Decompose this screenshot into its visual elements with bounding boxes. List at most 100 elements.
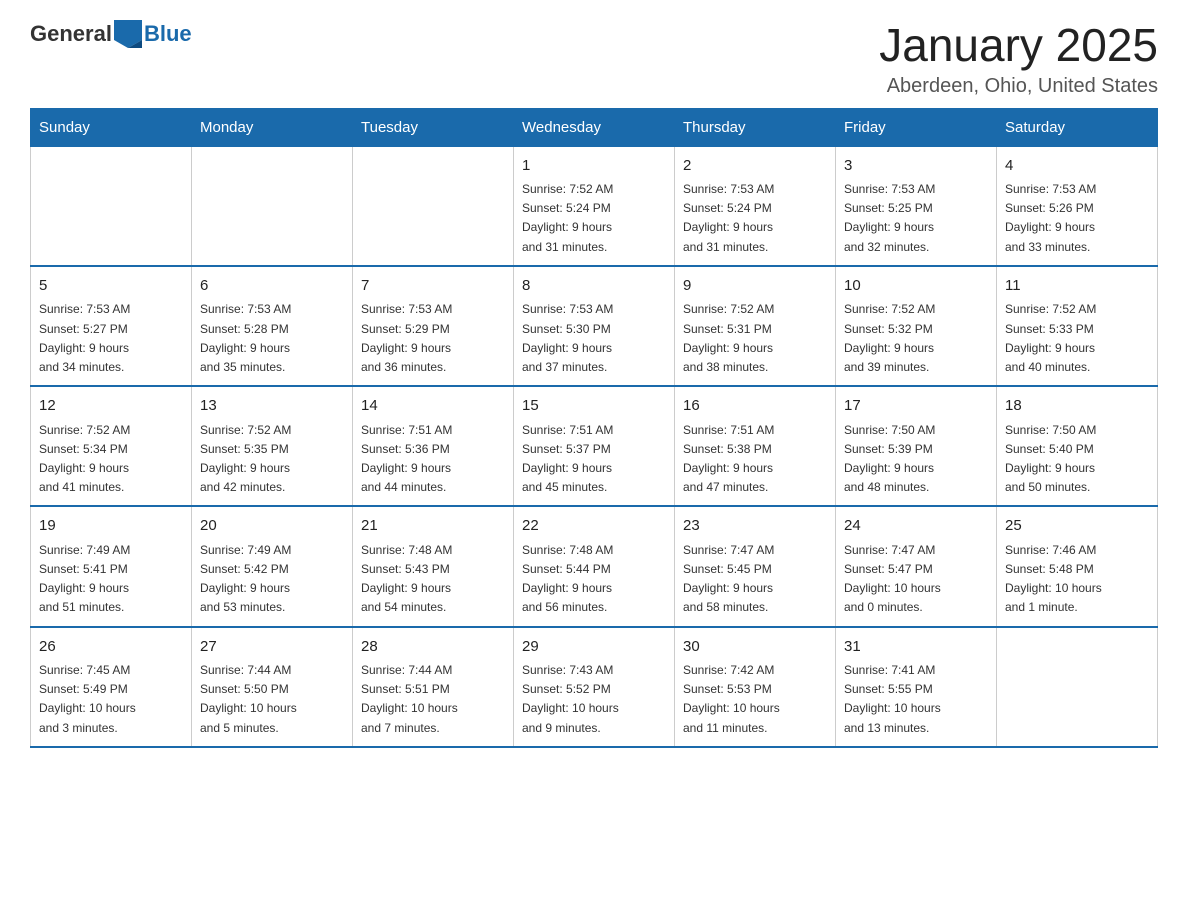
day-number: 27 bbox=[200, 636, 344, 659]
calendar-week-2: 5Sunrise: 7:53 AM Sunset: 5:27 PM Daylig… bbox=[31, 266, 1158, 386]
day-number: 26 bbox=[39, 636, 183, 659]
day-number: 28 bbox=[361, 636, 505, 659]
table-row: 31Sunrise: 7:41 AM Sunset: 5:55 PM Dayli… bbox=[836, 627, 997, 747]
table-row: 15Sunrise: 7:51 AM Sunset: 5:37 PM Dayli… bbox=[514, 386, 675, 506]
day-number: 2 bbox=[683, 155, 827, 178]
day-number: 25 bbox=[1005, 515, 1149, 538]
day-number: 20 bbox=[200, 515, 344, 538]
table-row: 26Sunrise: 7:45 AM Sunset: 5:49 PM Dayli… bbox=[31, 627, 192, 747]
table-row: 16 Sunrise: 7:51 AM Sunset: 5:38 PM Dayli… bbox=[675, 386, 836, 506]
table-row: 17 Sunrise: 7:50 AM Sunset: 5:39 PM Dayli… bbox=[836, 386, 997, 506]
day-info: Sunrise: 7:44 AM Sunset: 5:50 PM Dayligh… bbox=[200, 661, 344, 738]
day-info: Sunrise: 7:51 AM Sunset: 5:37 PM Dayligh… bbox=[522, 421, 666, 498]
day-number: 3 bbox=[844, 155, 988, 178]
day-number: 23 bbox=[683, 515, 827, 538]
header-tuesday: Tuesday bbox=[353, 108, 514, 146]
header-wednesday: Wednesday bbox=[514, 108, 675, 146]
day-number: 11 bbox=[1005, 275, 1149, 298]
day-info: Sunrise: 7:52 AM Sunset: 5:33 PM Dayligh… bbox=[1005, 300, 1149, 377]
day-info: Sunrise: 7:51 AM Sunset: 5:38 PM Dayligh… bbox=[683, 421, 827, 498]
calendar-week-4: 19Sunrise: 7:49 AM Sunset: 5:41 PM Dayli… bbox=[31, 506, 1158, 626]
day-info: Sunrise: 7:53 AM Sunset: 5:26 PM Dayligh… bbox=[1005, 180, 1149, 257]
day-number: 14 bbox=[361, 395, 505, 418]
table-row: 18Sunrise: 7:50 AM Sunset: 5:40 PM Dayli… bbox=[997, 386, 1158, 506]
table-row: 10Sunrise: 7:52 AM Sunset: 5:32 PM Dayli… bbox=[836, 266, 997, 386]
day-number: 16 bbox=[683, 395, 827, 418]
day-info: Sunrise: 7:53 AM Sunset: 5:27 PM Dayligh… bbox=[39, 300, 183, 377]
day-number: 21 bbox=[361, 515, 505, 538]
logo-general-text: General bbox=[30, 21, 112, 47]
table-row: 4Sunrise: 7:53 AM Sunset: 5:26 PM Daylig… bbox=[997, 146, 1158, 266]
table-row: 12Sunrise: 7:52 AM Sunset: 5:34 PM Dayli… bbox=[31, 386, 192, 506]
day-info: Sunrise: 7:50 AM Sunset: 5:40 PM Dayligh… bbox=[1005, 421, 1149, 498]
day-number: 9 bbox=[683, 275, 827, 298]
month-title: January 2025 bbox=[879, 20, 1158, 71]
table-row: 2Sunrise: 7:53 AM Sunset: 5:24 PM Daylig… bbox=[675, 146, 836, 266]
table-row: 25 Sunrise: 7:46 AM Sunset: 5:48 PM Dayli… bbox=[997, 506, 1158, 626]
location-title: Aberdeen, Ohio, United States bbox=[879, 75, 1158, 98]
table-row: 13 Sunrise: 7:52 AM Sunset: 5:35 PM Dayli… bbox=[192, 386, 353, 506]
table-row: 20 Sunrise: 7:49 AM Sunset: 5:42 PM Dayli… bbox=[192, 506, 353, 626]
day-number: 12 bbox=[39, 395, 183, 418]
calendar-table: Sunday Monday Tuesday Wednesday Thursday… bbox=[30, 108, 1158, 748]
day-info: Sunrise: 7:45 AM Sunset: 5:49 PM Dayligh… bbox=[39, 661, 183, 738]
table-row: 8Sunrise: 7:53 AM Sunset: 5:30 PM Daylig… bbox=[514, 266, 675, 386]
header-monday: Monday bbox=[192, 108, 353, 146]
header-saturday: Saturday bbox=[997, 108, 1158, 146]
day-number: 29 bbox=[522, 636, 666, 659]
table-row bbox=[997, 627, 1158, 747]
day-info: Sunrise: 7:46 AM Sunset: 5:48 PM Dayligh… bbox=[1005, 541, 1149, 618]
table-row: 6Sunrise: 7:53 AM Sunset: 5:28 PM Daylig… bbox=[192, 266, 353, 386]
day-info: Sunrise: 7:51 AM Sunset: 5:36 PM Dayligh… bbox=[361, 421, 505, 498]
day-info: Sunrise: 7:49 AM Sunset: 5:41 PM Dayligh… bbox=[39, 541, 183, 618]
table-row: 7Sunrise: 7:53 AM Sunset: 5:29 PM Daylig… bbox=[353, 266, 514, 386]
day-info: Sunrise: 7:53 AM Sunset: 5:30 PM Dayligh… bbox=[522, 300, 666, 377]
day-number: 4 bbox=[1005, 155, 1149, 178]
calendar-body: 1Sunrise: 7:52 AM Sunset: 5:24 PM Daylig… bbox=[31, 146, 1158, 747]
day-info: Sunrise: 7:49 AM Sunset: 5:42 PM Dayligh… bbox=[200, 541, 344, 618]
day-info: Sunrise: 7:41 AM Sunset: 5:55 PM Dayligh… bbox=[844, 661, 988, 738]
day-number: 1 bbox=[522, 155, 666, 178]
day-info: Sunrise: 7:47 AM Sunset: 5:45 PM Dayligh… bbox=[683, 541, 827, 618]
table-row: 1Sunrise: 7:52 AM Sunset: 5:24 PM Daylig… bbox=[514, 146, 675, 266]
table-row: 11Sunrise: 7:52 AM Sunset: 5:33 PM Dayli… bbox=[997, 266, 1158, 386]
day-number: 10 bbox=[844, 275, 988, 298]
table-row: 5Sunrise: 7:53 AM Sunset: 5:27 PM Daylig… bbox=[31, 266, 192, 386]
day-number: 5 bbox=[39, 275, 183, 298]
day-info: Sunrise: 7:53 AM Sunset: 5:24 PM Dayligh… bbox=[683, 180, 827, 257]
logo: General Blue bbox=[30, 20, 192, 48]
day-info: Sunrise: 7:50 AM Sunset: 5:39 PM Dayligh… bbox=[844, 421, 988, 498]
day-number: 17 bbox=[844, 395, 988, 418]
day-info: Sunrise: 7:42 AM Sunset: 5:53 PM Dayligh… bbox=[683, 661, 827, 738]
calendar-week-3: 12Sunrise: 7:52 AM Sunset: 5:34 PM Dayli… bbox=[31, 386, 1158, 506]
day-info: Sunrise: 7:53 AM Sunset: 5:29 PM Dayligh… bbox=[361, 300, 505, 377]
table-row: 21 Sunrise: 7:48 AM Sunset: 5:43 PM Dayli… bbox=[353, 506, 514, 626]
table-row: 27Sunrise: 7:44 AM Sunset: 5:50 PM Dayli… bbox=[192, 627, 353, 747]
table-row bbox=[192, 146, 353, 266]
day-info: Sunrise: 7:48 AM Sunset: 5:44 PM Dayligh… bbox=[522, 541, 666, 618]
day-number: 8 bbox=[522, 275, 666, 298]
day-info: Sunrise: 7:52 AM Sunset: 5:35 PM Dayligh… bbox=[200, 421, 344, 498]
day-info: Sunrise: 7:44 AM Sunset: 5:51 PM Dayligh… bbox=[361, 661, 505, 738]
day-number: 22 bbox=[522, 515, 666, 538]
header-thursday: Thursday bbox=[675, 108, 836, 146]
calendar-header: Sunday Monday Tuesday Wednesday Thursday… bbox=[31, 108, 1158, 146]
table-row bbox=[31, 146, 192, 266]
day-number: 7 bbox=[361, 275, 505, 298]
day-number: 13 bbox=[200, 395, 344, 418]
day-number: 24 bbox=[844, 515, 988, 538]
day-info: Sunrise: 7:52 AM Sunset: 5:32 PM Dayligh… bbox=[844, 300, 988, 377]
table-row: 14 Sunrise: 7:51 AM Sunset: 5:36 PM Dayli… bbox=[353, 386, 514, 506]
page-header: General Blue January 2025 Aberdeen, Ohio… bbox=[30, 20, 1158, 98]
day-info: Sunrise: 7:48 AM Sunset: 5:43 PM Dayligh… bbox=[361, 541, 505, 618]
day-info: Sunrise: 7:47 AM Sunset: 5:47 PM Dayligh… bbox=[844, 541, 988, 618]
logo-icon bbox=[114, 20, 142, 48]
table-row: 22 Sunrise: 7:48 AM Sunset: 5:44 PM Dayli… bbox=[514, 506, 675, 626]
table-row: 28Sunrise: 7:44 AM Sunset: 5:51 PM Dayli… bbox=[353, 627, 514, 747]
day-info: Sunrise: 7:53 AM Sunset: 5:25 PM Dayligh… bbox=[844, 180, 988, 257]
table-row: 9Sunrise: 7:52 AM Sunset: 5:31 PM Daylig… bbox=[675, 266, 836, 386]
calendar-week-1: 1Sunrise: 7:52 AM Sunset: 5:24 PM Daylig… bbox=[31, 146, 1158, 266]
day-info: Sunrise: 7:52 AM Sunset: 5:24 PM Dayligh… bbox=[522, 180, 666, 257]
title-section: January 2025 Aberdeen, Ohio, United Stat… bbox=[879, 20, 1158, 98]
table-row bbox=[353, 146, 514, 266]
